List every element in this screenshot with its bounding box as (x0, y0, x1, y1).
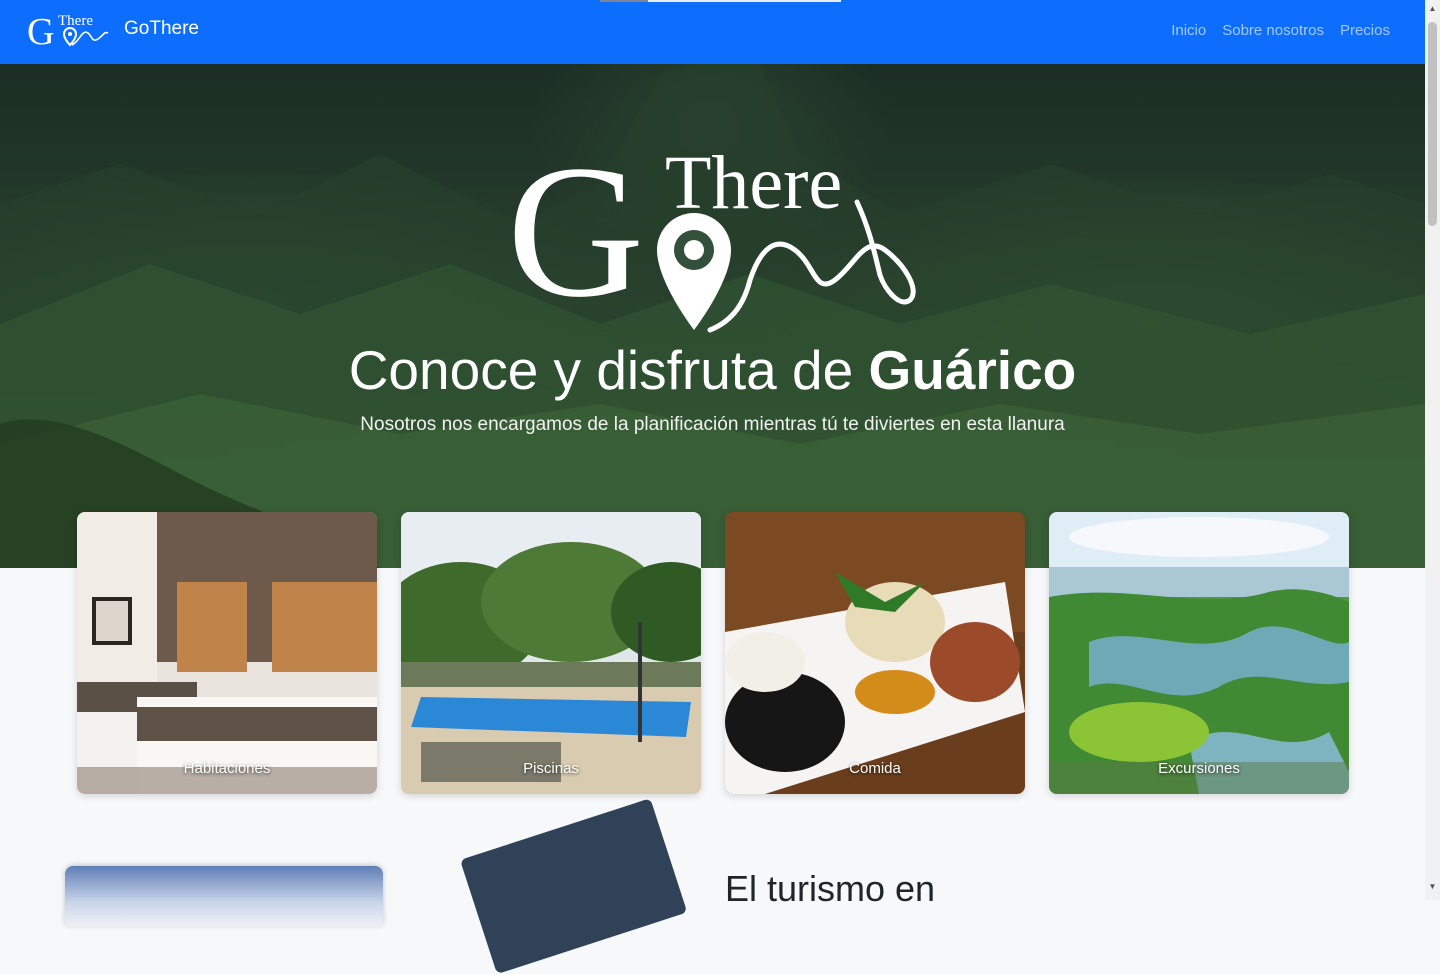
nav-link-precios[interactable]: Precios (1340, 22, 1390, 39)
loading-indicator (600, 0, 841, 2)
svg-text:There: There (58, 13, 93, 29)
nav-links: Inicio Sobre nosotros Precios (1171, 22, 1390, 39)
page-scrollbar[interactable]: ▲ ▼ (1425, 0, 1440, 900)
feature-cards: Habitaciones Piscinas Comida Excursiones (77, 512, 1349, 794)
card-label: Excursiones (1158, 760, 1240, 777)
card-label: Habitaciones (183, 760, 271, 777)
brand-name[interactable]: GoThere (124, 18, 199, 40)
scroll-up-icon[interactable]: ▲ (1428, 4, 1437, 14)
card-label: Piscinas (523, 760, 579, 777)
svg-text:G: G (507, 140, 644, 337)
section-title: El turismo en (725, 868, 936, 909)
scroll-down-icon[interactable]: ▼ (1428, 882, 1437, 892)
pool-image (401, 512, 701, 794)
gothere-logo-icon[interactable]: G There (26, 8, 110, 54)
hero-title: Conoce y disfruta de Guárico (348, 339, 1077, 401)
tilted-photo (460, 798, 688, 974)
nav-link-inicio[interactable]: Inicio (1171, 22, 1206, 39)
card-habitaciones[interactable]: Habitaciones (77, 512, 377, 794)
gothere-hero-logo-icon: G There (507, 140, 916, 337)
card-label: Comida (849, 760, 901, 777)
food-plate-image (725, 512, 1025, 794)
card-piscinas[interactable]: Piscinas (401, 512, 701, 794)
sky-image (65, 866, 383, 926)
hero-subtitle: Nosotros nos encargamos de la planificac… (360, 414, 1065, 435)
card-comida[interactable]: Comida (725, 512, 1025, 794)
svg-text:G: G (27, 11, 54, 53)
nav-link-sobre-nosotros[interactable]: Sobre nosotros (1222, 22, 1324, 39)
hotel-room-image (77, 512, 377, 794)
svg-text:There: There (665, 141, 842, 225)
hero-section: G There Conoce y disfruta de Guárico Nos… (0, 64, 1425, 568)
lagoon-landscape-image (1049, 512, 1349, 794)
scrollbar-thumb[interactable] (1428, 22, 1437, 226)
navbar: G There GoThere Inicio Sobre nosotros Pr… (0, 0, 1425, 64)
card-excursiones[interactable]: Excursiones (1049, 512, 1349, 794)
hero-title-highlight: Guárico (868, 339, 1077, 401)
